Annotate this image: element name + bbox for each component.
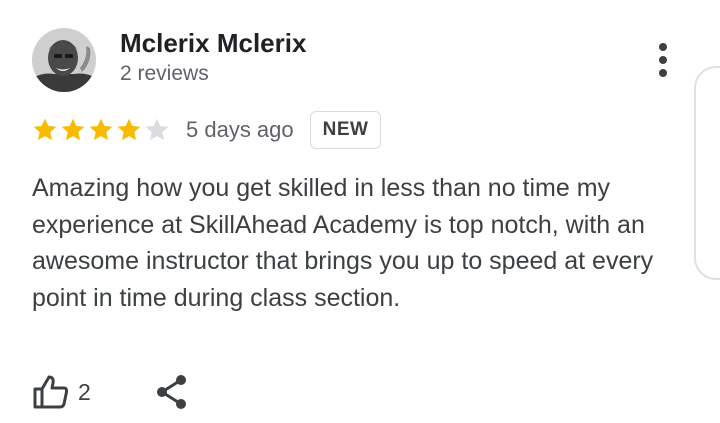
reviewer-name[interactable]: Mclerix Mclerix (120, 28, 306, 59)
adjacent-review-card[interactable] (694, 66, 720, 280)
like-button[interactable]: 2 (32, 374, 91, 410)
new-badge: NEW (309, 111, 382, 149)
review-text: Amazing how you get skilled in less than… (32, 174, 654, 312)
review-actions: 2 (32, 370, 189, 414)
reviewer-review-count: 2 reviews (120, 62, 209, 85)
more-options-button[interactable] (646, 38, 680, 82)
avatar[interactable] (32, 28, 96, 92)
review-card: Mclerix Mclerix 2 reviews 5 days ago NEW… (0, 0, 720, 423)
rating-row: 5 days ago NEW (32, 110, 382, 150)
more-vert-icon (659, 43, 667, 77)
share-icon (156, 375, 186, 409)
like-count: 2 (78, 378, 91, 405)
share-button[interactable] (155, 374, 189, 410)
avatar-photo (32, 28, 96, 92)
star-filled-icon (89, 118, 113, 141)
star-filled-icon (33, 118, 57, 141)
star-filled-icon (117, 118, 141, 141)
star-filled-icon (61, 118, 85, 141)
thumb-up-icon (33, 375, 69, 409)
star-empty-icon (145, 118, 169, 141)
star-rating (32, 117, 170, 143)
review-date: 5 days ago (186, 117, 294, 142)
